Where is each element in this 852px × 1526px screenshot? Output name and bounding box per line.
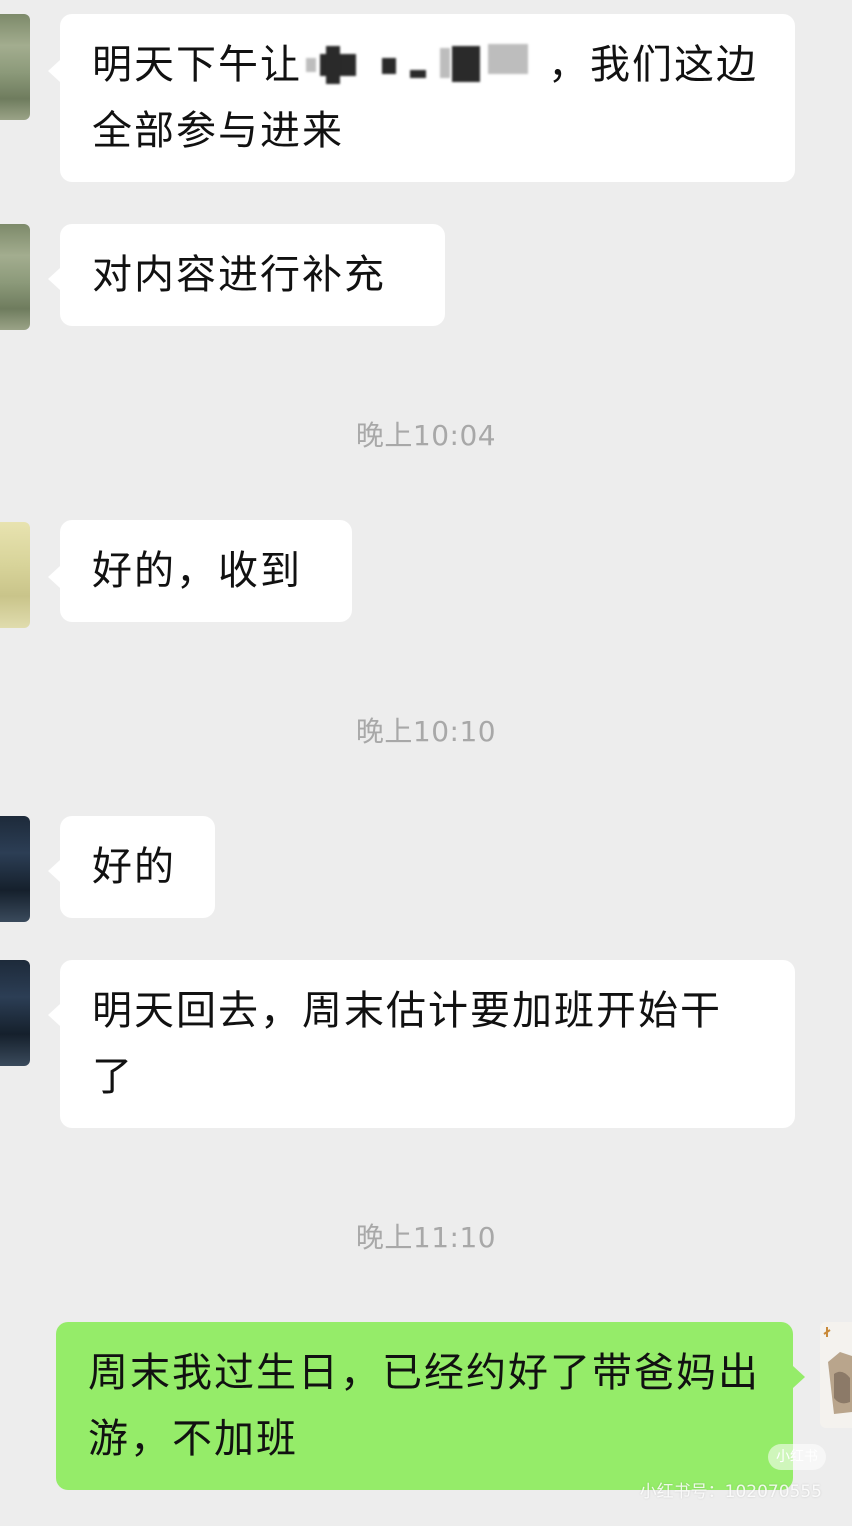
sender-avatar[interactable]	[0, 816, 30, 922]
timestamp: 晚上10:10	[355, 715, 497, 748]
bubble-tail	[48, 566, 60, 588]
message-bubble[interactable]: 明天回去，周末估计要加班开始干了	[60, 960, 795, 1128]
bubble-tail	[48, 1004, 60, 1026]
sender-avatar[interactable]	[0, 960, 30, 1066]
message-bubble[interactable]: 明天下午让 ，我们这边全部参与进来	[60, 14, 795, 182]
message-text: 明天回去，周末估计要加班开始干了	[92, 988, 722, 1100]
message-bubble[interactable]: 周末我过生日，已经约好了带爸妈出游，不加班	[56, 1322, 793, 1490]
message-bubble[interactable]: 对内容进行补充	[60, 224, 445, 326]
my-avatar[interactable]	[820, 1322, 852, 1428]
message-text: 周末我过生日，已经约好了带爸妈出游，不加班	[88, 1350, 760, 1462]
message-text-start: 明天下午让	[92, 42, 302, 88]
message-text: 好的，收到	[92, 548, 302, 594]
bubble-tail	[48, 60, 60, 82]
timestamp: 晚上11:10	[355, 1221, 497, 1254]
bubble-tail	[48, 860, 60, 882]
watermark-logo: 小红书	[768, 1444, 826, 1470]
sender-avatar[interactable]	[0, 14, 30, 120]
bubble-tail	[48, 268, 60, 290]
sender-avatar[interactable]	[0, 522, 30, 628]
message-bubble[interactable]: 好的，收到	[60, 520, 352, 622]
message-bubble[interactable]: 好的	[60, 816, 215, 918]
timestamp: 晚上10:04	[355, 419, 497, 452]
bubble-tail	[793, 1366, 805, 1388]
message-text: 对内容进行补充	[92, 252, 386, 298]
redacted-text	[302, 44, 548, 84]
watermark: 小红书号：102070555	[639, 1482, 822, 1502]
sender-avatar[interactable]	[0, 224, 30, 330]
message-text: 好的	[92, 844, 176, 890]
avatar-image	[823, 1327, 852, 1414]
